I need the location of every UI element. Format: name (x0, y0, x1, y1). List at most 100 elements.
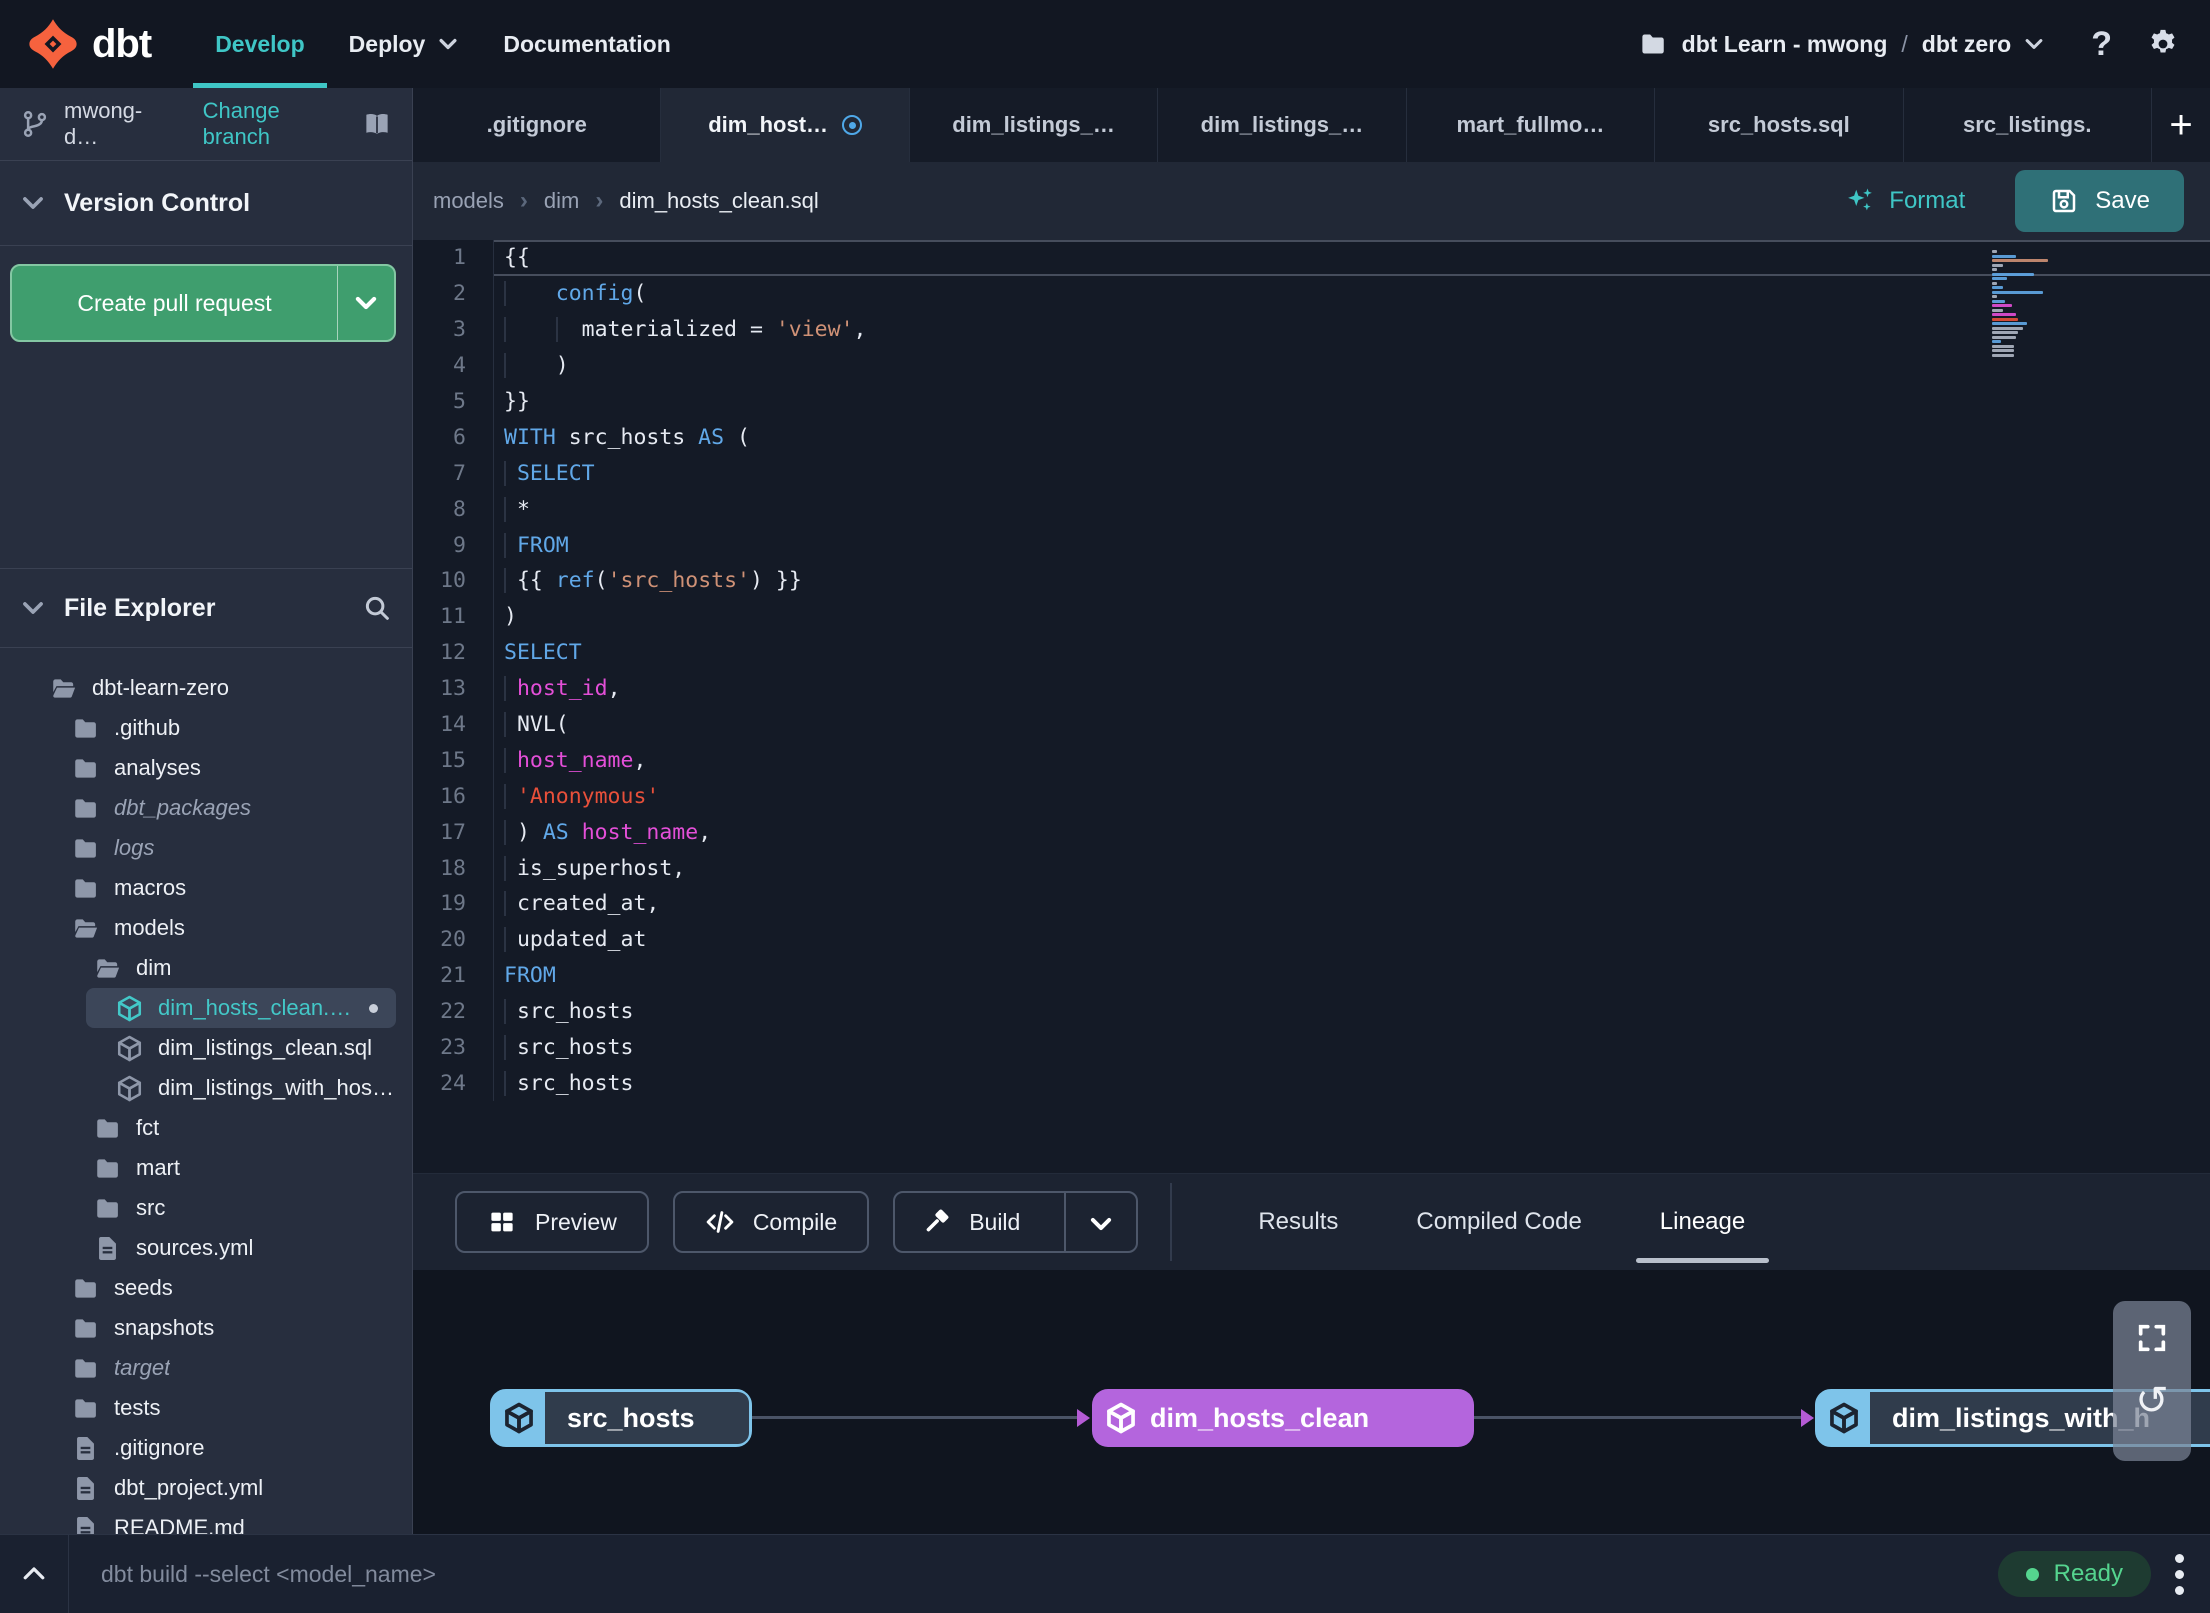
format-button[interactable]: Format (1839, 185, 1971, 217)
file-tree-item-snapshots[interactable]: snapshots (0, 1308, 396, 1348)
compile-button[interactable]: Compile (672, 1191, 870, 1253)
code-line[interactable]: 15 host_name, (413, 742, 2210, 779)
sidebar: mwong-d… Change branch Version Control C… (0, 88, 413, 1534)
file-tree-item-analyses[interactable]: analyses (0, 748, 396, 788)
code-line[interactable]: 16 'Anonymous' (413, 778, 2210, 815)
file-tree-item-README.md[interactable]: README.md (0, 1508, 396, 1534)
file-tree-item-dim_listings_with_hosts[interactable]: dim_listings_with_hosts… (0, 1068, 396, 1108)
book-icon[interactable] (362, 109, 392, 139)
file-tree-item-mart[interactable]: mart (0, 1148, 396, 1188)
code-line[interactable]: 1{{ (413, 240, 2210, 276)
lineage-node-dim_hosts_clean[interactable]: dim_hosts_clean (1092, 1389, 1474, 1447)
save-button[interactable]: Save (2015, 170, 2184, 232)
file-tree-item-seeds[interactable]: seeds (0, 1268, 396, 1308)
file-explorer-header[interactable]: File Explorer (0, 568, 412, 648)
file-tree-item-.gitignore[interactable]: .gitignore (0, 1428, 396, 1468)
status-badge: Ready (1997, 1551, 2151, 1597)
chevron-down-icon[interactable] (2023, 33, 2045, 55)
account-name[interactable]: dbt Learn - mwong (1682, 31, 1888, 58)
file-tree-item-logs[interactable]: logs (0, 828, 396, 868)
code-line[interactable]: 12 SELECT (413, 634, 2210, 671)
code-line[interactable]: 10 {{ ref('src_hosts') }} (413, 563, 2210, 599)
code-line[interactable]: 23 src_hosts (413, 1029, 2210, 1066)
file-name: models (114, 915, 185, 940)
code-line[interactable]: 5}} (413, 383, 2210, 420)
code-line[interactable]: 14 NVL( (413, 706, 2210, 743)
model-cube-icon (493, 1401, 545, 1435)
preview-button[interactable]: Preview (455, 1191, 649, 1253)
version-control-header[interactable]: Version Control (0, 161, 412, 246)
code-line[interactable]: 11) (413, 598, 2210, 635)
help-icon[interactable]: ? (2091, 25, 2112, 64)
code-line[interactable]: 17 ) AS host_name, (413, 814, 2210, 851)
minimap[interactable] (1992, 250, 2050, 357)
code-line[interactable]: 21 FROM (413, 957, 2210, 994)
nav-item-deploy[interactable]: Deploy (327, 0, 482, 88)
kebab-menu-icon[interactable] (2175, 1553, 2184, 1595)
panel-tab-lineage[interactable]: Lineage (1635, 1174, 1770, 1270)
dbt-logo[interactable]: dbt (26, 17, 152, 71)
code-line[interactable]: 9 FROM (413, 527, 2210, 564)
code-line[interactable]: 3 materialized = 'view', (413, 311, 2210, 348)
code-line[interactable]: 2 config( (413, 275, 2210, 312)
code-line[interactable]: 18 is_superhost, (413, 850, 2210, 887)
code-line[interactable]: 22 src_hosts (413, 993, 2210, 1030)
code-line[interactable]: 4 ) (413, 347, 2210, 384)
change-branch-link[interactable]: Change branch (203, 98, 348, 150)
code-line[interactable]: 8 * (413, 491, 2210, 528)
code-line[interactable]: 13 host_id, (413, 670, 2210, 707)
line-content: 'Anonymous' (494, 778, 2210, 814)
pull-request-dropdown[interactable] (337, 266, 394, 340)
editor-tab-dim_listings_[interactable]: dim_listings_… (910, 88, 1159, 162)
build-dropdown[interactable] (1064, 1193, 1136, 1251)
file-tree-item-tests[interactable]: tests (0, 1388, 396, 1428)
file-tree-item-sources.yml[interactable]: sources.yml (0, 1228, 396, 1268)
editor-tab-src_listings.[interactable]: src_listings. (1904, 88, 2152, 162)
code-line[interactable]: 24 src_hosts (413, 1065, 2210, 1102)
code-lines[interactable]: 1{{2 config(3 materialized = 'view', 4 ) 5… (413, 240, 2210, 1173)
code-line[interactable]: 19 created_at, (413, 886, 2210, 922)
create-pull-request-label[interactable]: Create pull request (12, 266, 337, 340)
code-line[interactable]: 20 updated_at (413, 921, 2210, 958)
gear-icon[interactable] (2146, 27, 2180, 61)
code-line[interactable]: 7 SELECT (413, 455, 2210, 492)
file-tree-item-dbt_packages[interactable]: dbt_packages (0, 788, 396, 828)
project-selector[interactable]: dbt zero (1922, 31, 2011, 58)
command-hint[interactable]: dbt build --select <model_name> (101, 1561, 436, 1588)
editor-tab-dim_listings_[interactable]: dim_listings_… (1158, 88, 1407, 162)
file-tree-item-dim_hosts_clean.sql[interactable]: dim_hosts_clean.sql (86, 988, 396, 1028)
chevron-up-icon[interactable] (0, 1535, 69, 1613)
search-icon[interactable] (362, 593, 392, 623)
file-tree-item-src[interactable]: src (0, 1188, 396, 1228)
file-tree-item-.github[interactable]: .github (0, 708, 396, 748)
branch-name: mwong-d… (64, 98, 143, 149)
panel-tab-results[interactable]: Results (1258, 1174, 1338, 1270)
file-name: logs (114, 835, 155, 860)
new-tab-button[interactable]: + (2152, 88, 2210, 162)
code-editor[interactable]: 1{{2 config(3 materialized = 'view', 4 ) 5… (413, 240, 2210, 1173)
editor-tab-.gitignore[interactable]: .gitignore (413, 88, 662, 162)
nav-item-develop[interactable]: Develop (193, 0, 328, 88)
create-pull-request-button[interactable]: Create pull request (10, 264, 396, 342)
line-number: 4 (413, 347, 494, 384)
editor-tab-src_hosts.sql[interactable]: src_hosts.sql (1655, 88, 1904, 162)
panel-tab-compiled-code[interactable]: Compiled Code (1416, 1174, 1581, 1270)
fullscreen-icon[interactable] (2135, 1321, 2169, 1355)
file-tree-item-models[interactable]: models (0, 908, 396, 948)
lineage-canvas[interactable]: ↺ src_hosts dim_hosts_clean dim_listings_w… (413, 1270, 2210, 1534)
file-tree-item-dbt-learn-zero[interactable]: dbt-learn-zero (0, 668, 396, 708)
file-tree-item-macros[interactable]: macros (0, 868, 396, 908)
file-tree-item-dbt_project.yml[interactable]: dbt_project.yml (0, 1468, 396, 1508)
file-tree-item-target[interactable]: target (0, 1348, 396, 1388)
build-button[interactable]: Build (893, 1191, 1139, 1253)
nav-item-documentation[interactable]: Documentation (481, 0, 692, 88)
code-line[interactable]: 6 WITH src_hosts AS ( (413, 419, 2210, 456)
editor-tab-mart_fullmo[interactable]: mart_fullmo… (1407, 88, 1656, 162)
file-tree-item-dim_listings_clean.sql[interactable]: dim_listings_clean.sql (0, 1028, 396, 1068)
editor-tab-dim_host[interactable]: dim_host… (661, 88, 910, 162)
file-tree-item-fct[interactable]: fct (0, 1108, 396, 1148)
lineage-node-src_hosts[interactable]: src_hosts (490, 1389, 752, 1447)
tab-strip: .gitignore dim_host… dim_listings_… dim_lis… (413, 88, 2210, 162)
refresh-icon[interactable]: ↺ (2135, 1381, 2169, 1421)
file-tree-item-dim[interactable]: dim (0, 948, 396, 988)
